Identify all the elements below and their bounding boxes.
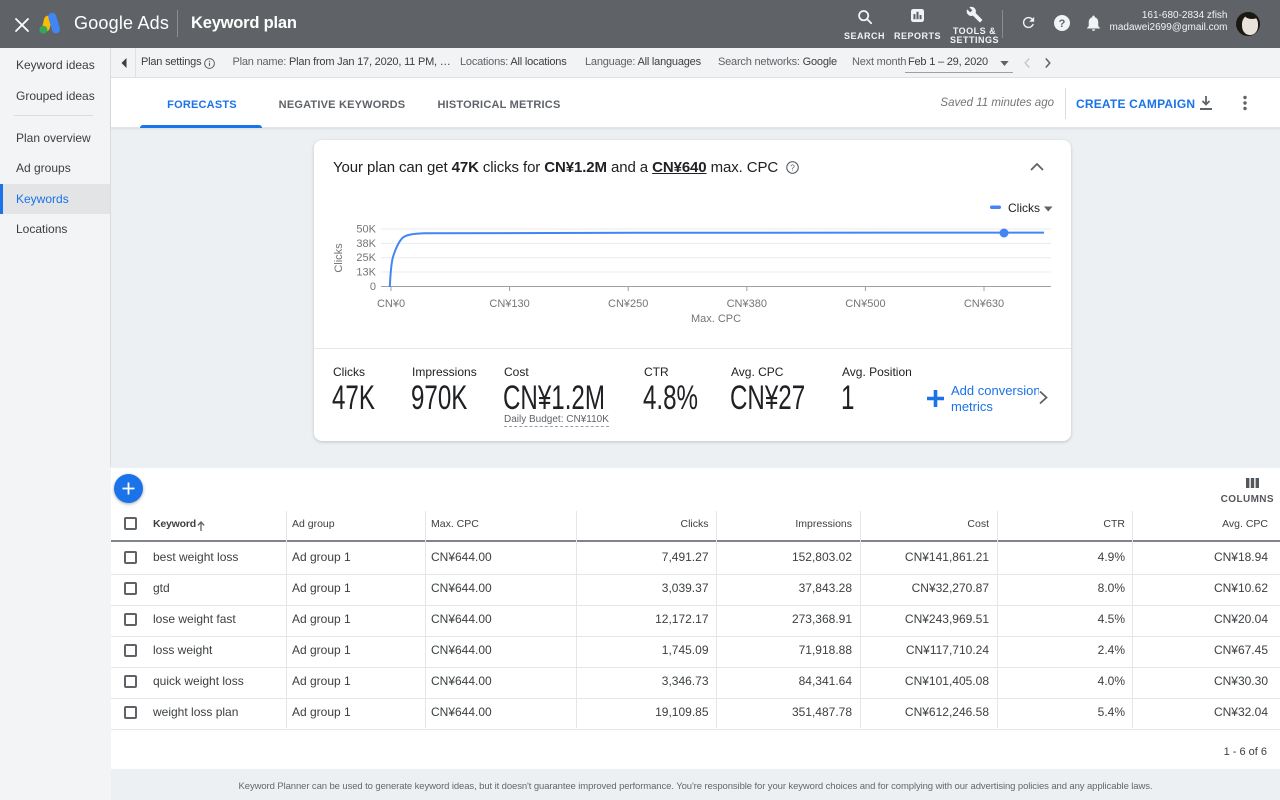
svg-text:CN¥250: CN¥250 <box>608 298 648 310</box>
svg-text:CN¥130: CN¥130 <box>489 298 529 310</box>
svg-text:25K: 25K <box>356 252 376 264</box>
svg-text:CN¥500: CN¥500 <box>845 298 885 310</box>
svg-text:38K: 38K <box>356 238 376 250</box>
svg-text:?: ? <box>790 163 795 173</box>
svg-text:13K: 13K <box>356 267 376 279</box>
svg-text:?: ? <box>1059 18 1066 30</box>
svg-text:CN¥630: CN¥630 <box>964 298 1004 310</box>
svg-text:Max. CPC: Max. CPC <box>691 313 741 325</box>
svg-text:Clicks: Clicks <box>1008 201 1040 215</box>
svg-text:CN¥380: CN¥380 <box>727 298 767 310</box>
svg-text:CN¥0: CN¥0 <box>377 298 405 310</box>
svg-text:Clicks: Clicks <box>333 243 345 273</box>
svg-text:0: 0 <box>370 281 376 293</box>
svg-text:50K: 50K <box>356 224 376 236</box>
